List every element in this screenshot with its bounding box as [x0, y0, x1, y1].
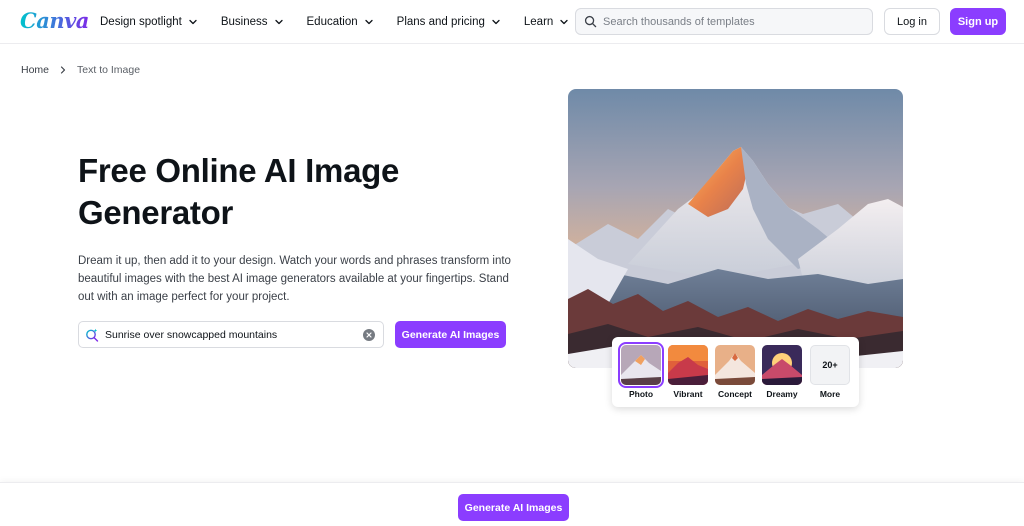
nav-label: Plans and pricing [396, 16, 485, 28]
chevron-down-icon [492, 19, 500, 25]
chevron-down-icon [189, 19, 197, 25]
style-option-photo[interactable]: Photo [618, 342, 664, 399]
more-count: 20+ [810, 345, 850, 385]
nav-label: Learn [523, 16, 554, 28]
breadcrumb-home[interactable]: Home [21, 64, 49, 76]
clear-icon[interactable] [363, 329, 375, 341]
prompt-input[interactable] [105, 328, 355, 341]
prompt-field [78, 321, 384, 348]
canva-logo[interactable]: Canva [20, 8, 89, 33]
nav-business[interactable]: Business [221, 16, 284, 28]
chevron-down-icon [365, 19, 373, 25]
search-input[interactable] [603, 15, 863, 28]
hero-description: Dream it up, then add it to your design.… [78, 255, 511, 303]
chevron-down-icon [274, 19, 283, 25]
style-option-more[interactable]: 20+ More [810, 345, 850, 399]
main-nav: Design spotlight Business Education Plan… [100, 0, 592, 44]
style-option-dreamy[interactable]: Dreamy [762, 345, 802, 399]
nav-label: Education [306, 16, 358, 28]
search-icon [584, 15, 597, 28]
generate-ai-images-bottom-button[interactable]: Generate AI Images [458, 494, 569, 521]
breadcrumb: Home Text to Image [21, 64, 140, 76]
login-button[interactable]: Log in [884, 8, 940, 35]
style-thumbnail [618, 342, 664, 388]
nav-design-spotlight[interactable]: Design spotlight [100, 16, 198, 28]
page-title: Free Online AI Image Generator [78, 152, 400, 231]
chevron-down-icon [560, 19, 568, 25]
style-option-concept[interactable]: Concept [715, 345, 755, 399]
chevron-right-icon [60, 66, 66, 74]
style-thumbnail [668, 345, 708, 385]
nav-education[interactable]: Education [307, 16, 374, 28]
style-thumbnail [762, 345, 802, 385]
template-search [575, 8, 873, 35]
nav-label: Design spotlight [100, 16, 182, 28]
style-label: More [819, 389, 841, 399]
style-option-vibrant[interactable]: Vibrant [668, 345, 708, 399]
breadcrumb-current: Text to Image [77, 64, 141, 76]
top-navigation: Canva Design spotlight Business Educatio… [0, 0, 1024, 44]
nav-label: Business [220, 16, 268, 28]
magic-search-icon [86, 328, 99, 342]
style-label: Photo [628, 389, 654, 399]
style-label: Dreamy [766, 389, 798, 399]
generate-ai-images-button[interactable]: Generate AI Images [395, 321, 506, 348]
hero-mountain-image [568, 89, 903, 368]
style-thumbnail [715, 345, 755, 385]
signup-button[interactable]: Sign up [950, 8, 1006, 35]
style-label: Vibrant [673, 389, 703, 399]
nav-plans-and-pricing[interactable]: Plans and pricing [397, 16, 501, 28]
nav-learn[interactable]: Learn [524, 16, 569, 28]
style-selector: Photo Vibrant Concept Dreamy 20+ More [612, 337, 859, 407]
style-label: Concept [718, 389, 752, 399]
sticky-bottom-bar: Generate AI Images [0, 482, 1024, 526]
